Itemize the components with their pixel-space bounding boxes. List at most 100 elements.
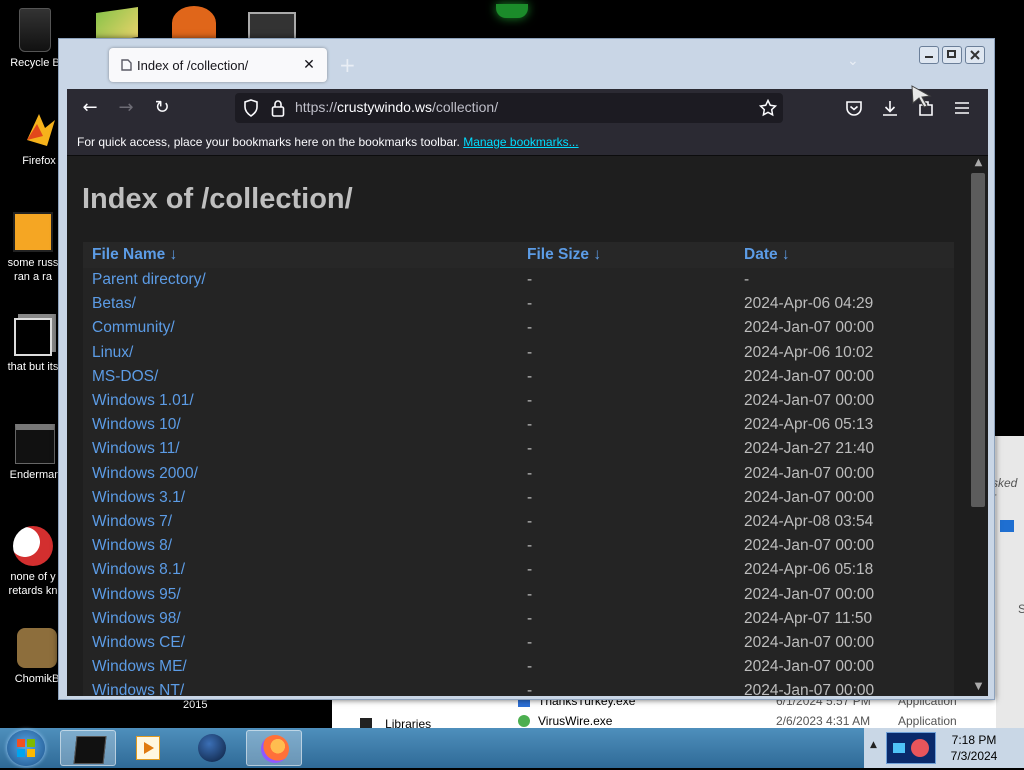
page-favicon-icon bbox=[119, 58, 133, 72]
tab-close-icon[interactable]: ✕ bbox=[299, 54, 319, 74]
file-size: - bbox=[518, 606, 735, 631]
new-tab-button[interactable]: + bbox=[339, 53, 356, 77]
lock-icon[interactable] bbox=[271, 99, 285, 117]
desktop-icon-label: none of y retards kn bbox=[8, 571, 58, 597]
directory-link[interactable]: Windows 3.1/ bbox=[83, 485, 518, 510]
desktop-icon-orange[interactable] bbox=[172, 6, 216, 40]
firefox-window: Index of /collection/ ✕ + ⌄ ← → ↻ https:… bbox=[58, 38, 995, 700]
tab-collection[interactable]: Index of /collection/ ✕ bbox=[109, 48, 327, 82]
directory-link[interactable]: MS-DOS/ bbox=[83, 364, 518, 389]
pocket-icon[interactable] bbox=[845, 99, 863, 117]
explorer-peek-letter: S bbox=[1018, 602, 1024, 616]
directory-link[interactable]: Windows 7/ bbox=[83, 509, 518, 535]
back-button[interactable]: ← bbox=[77, 95, 103, 121]
url-bar[interactable]: https://crustywindo.ws/collection/ bbox=[235, 93, 783, 123]
directory-link[interactable]: Betas/ bbox=[83, 292, 518, 317]
file-date: 2024-Jan-07 00:00 bbox=[735, 316, 954, 341]
file-size: - bbox=[518, 679, 735, 696]
sort-by-size-header[interactable]: File Size ↓ bbox=[518, 242, 735, 268]
desktop-icon-label: ChomikB bbox=[14, 673, 60, 685]
recycle-bin-icon bbox=[19, 8, 51, 52]
page-title: Index of /collection/ bbox=[82, 183, 353, 215]
shortcut-icon bbox=[14, 318, 52, 356]
explorer-blue-icon bbox=[1000, 520, 1014, 532]
sort-by-date-header[interactable]: Date ↓ bbox=[735, 242, 954, 268]
menu-icon[interactable] bbox=[953, 99, 971, 117]
taskbar-app-explorer[interactable] bbox=[60, 730, 116, 766]
minimize-button[interactable] bbox=[919, 46, 939, 64]
taskbar-app-media[interactable] bbox=[120, 730, 176, 766]
file-size: - bbox=[518, 485, 735, 510]
scroll-up-arrow-icon[interactable]: ▲ bbox=[969, 156, 988, 170]
file-date: 2024-Jan-07 00:00 bbox=[735, 364, 954, 389]
url-path: /collection/ bbox=[431, 99, 499, 115]
directory-link[interactable]: Community/ bbox=[83, 316, 518, 341]
explorer-nav-libraries[interactable]: Libraries bbox=[360, 713, 431, 731]
tray-monitor-icon bbox=[893, 743, 905, 753]
file-size: - bbox=[518, 437, 735, 462]
forward-button[interactable]: → bbox=[113, 95, 139, 121]
manage-bookmarks-link[interactable]: Manage bookmarks... bbox=[463, 135, 578, 149]
directory-link[interactable]: Windows 1.01/ bbox=[83, 388, 518, 414]
scroll-down-arrow-icon[interactable]: ▼ bbox=[969, 680, 988, 694]
clock-time: 7:18 PM bbox=[951, 733, 997, 747]
taskbar-app-firefox[interactable] bbox=[246, 730, 302, 766]
file-date: 2024-Jan-07 00:00 bbox=[735, 655, 954, 680]
file-size: - bbox=[518, 364, 735, 389]
file-size: - bbox=[518, 582, 735, 607]
table-row: Windows 98/-2024-Apr-07 11:50 bbox=[83, 606, 954, 631]
table-row: Windows NT/-2024-Jan-07 00:00 bbox=[83, 679, 954, 696]
desktop-icon-label: Recycle B bbox=[10, 57, 60, 69]
maximize-button[interactable] bbox=[942, 46, 962, 64]
table-row: Windows 8.1/-2024-Apr-06 05:18 bbox=[83, 558, 954, 583]
file-type: Application bbox=[898, 714, 957, 728]
directory-link[interactable]: Windows 8.1/ bbox=[83, 558, 518, 583]
file-size: - bbox=[518, 413, 735, 438]
directory-link[interactable]: Windows 10/ bbox=[83, 413, 518, 438]
bookmark-star-icon[interactable] bbox=[759, 99, 777, 117]
directory-listing-table: File Name ↓ File Size ↓ Date ↓ Parent di… bbox=[83, 242, 954, 696]
file-name: VirusWire.exe bbox=[538, 714, 613, 728]
directory-link[interactable]: Windows 98/ bbox=[83, 606, 518, 631]
desktop-stray-label: 2015 bbox=[183, 699, 208, 711]
close-window-button[interactable] bbox=[965, 46, 985, 64]
desktop-icon-notepad[interactable] bbox=[248, 12, 296, 40]
directory-link[interactable]: Windows 11/ bbox=[83, 437, 518, 462]
bookmarks-toolbar-message: For quick access, place your bookmarks h… bbox=[77, 135, 579, 149]
reload-button[interactable]: ↻ bbox=[149, 95, 175, 121]
directory-link[interactable]: Windows 95/ bbox=[83, 582, 518, 607]
desktop-icon-russ[interactable]: some russ ran a ra bbox=[0, 212, 66, 284]
taskbar-app-globe[interactable] bbox=[184, 730, 240, 766]
sort-by-name-header[interactable]: File Name ↓ bbox=[83, 242, 518, 268]
directory-link[interactable]: Parent directory/ bbox=[83, 268, 518, 293]
page-scrollbar[interactable]: ▲ ▼ bbox=[969, 156, 988, 696]
directory-link[interactable]: Windows CE/ bbox=[83, 630, 518, 655]
title-bar[interactable]: Index of /collection/ ✕ + ⌄ bbox=[59, 39, 994, 89]
file-date: 2024-Jan-07 00:00 bbox=[735, 461, 954, 486]
file-size: - bbox=[518, 340, 735, 365]
download-icon[interactable] bbox=[881, 99, 899, 117]
url-text[interactable]: https://crustywindo.ws/collection/ bbox=[295, 99, 498, 115]
windows-logo-icon bbox=[17, 739, 35, 757]
scrollbar-thumb[interactable] bbox=[971, 173, 985, 507]
file-date: 2024-Jan-07 00:00 bbox=[735, 630, 954, 655]
list-all-tabs-button[interactable]: ⌄ bbox=[847, 53, 859, 69]
directory-link[interactable]: Windows 8/ bbox=[83, 534, 518, 559]
shield-icon[interactable] bbox=[243, 99, 259, 117]
desktop-icon-none[interactable]: none of y retards kn bbox=[0, 526, 66, 598]
file-date: 2/6/2023 4:31 AM bbox=[776, 714, 871, 728]
directory-link[interactable]: Windows ME/ bbox=[83, 655, 518, 680]
start-button[interactable] bbox=[7, 730, 45, 766]
directory-link[interactable]: Linux/ bbox=[83, 340, 518, 365]
tray-app-icon[interactable] bbox=[886, 732, 936, 764]
show-hidden-icons-button[interactable]: ▲ bbox=[870, 740, 877, 750]
directory-link[interactable]: Windows 2000/ bbox=[83, 461, 518, 486]
taskbar-clock[interactable]: 7:18 PM 7/3/2024 bbox=[932, 732, 1016, 764]
file-size: - bbox=[518, 534, 735, 559]
file-size: - bbox=[518, 655, 735, 680]
desktop-icon-shortcut[interactable]: that but its bbox=[0, 318, 66, 374]
directory-link[interactable]: Windows NT/ bbox=[83, 679, 518, 696]
table-row: Windows ME/-2024-Jan-07 00:00 bbox=[83, 655, 954, 680]
desktop-icon-label: that but its bbox=[7, 361, 59, 373]
close-icon bbox=[970, 50, 980, 60]
